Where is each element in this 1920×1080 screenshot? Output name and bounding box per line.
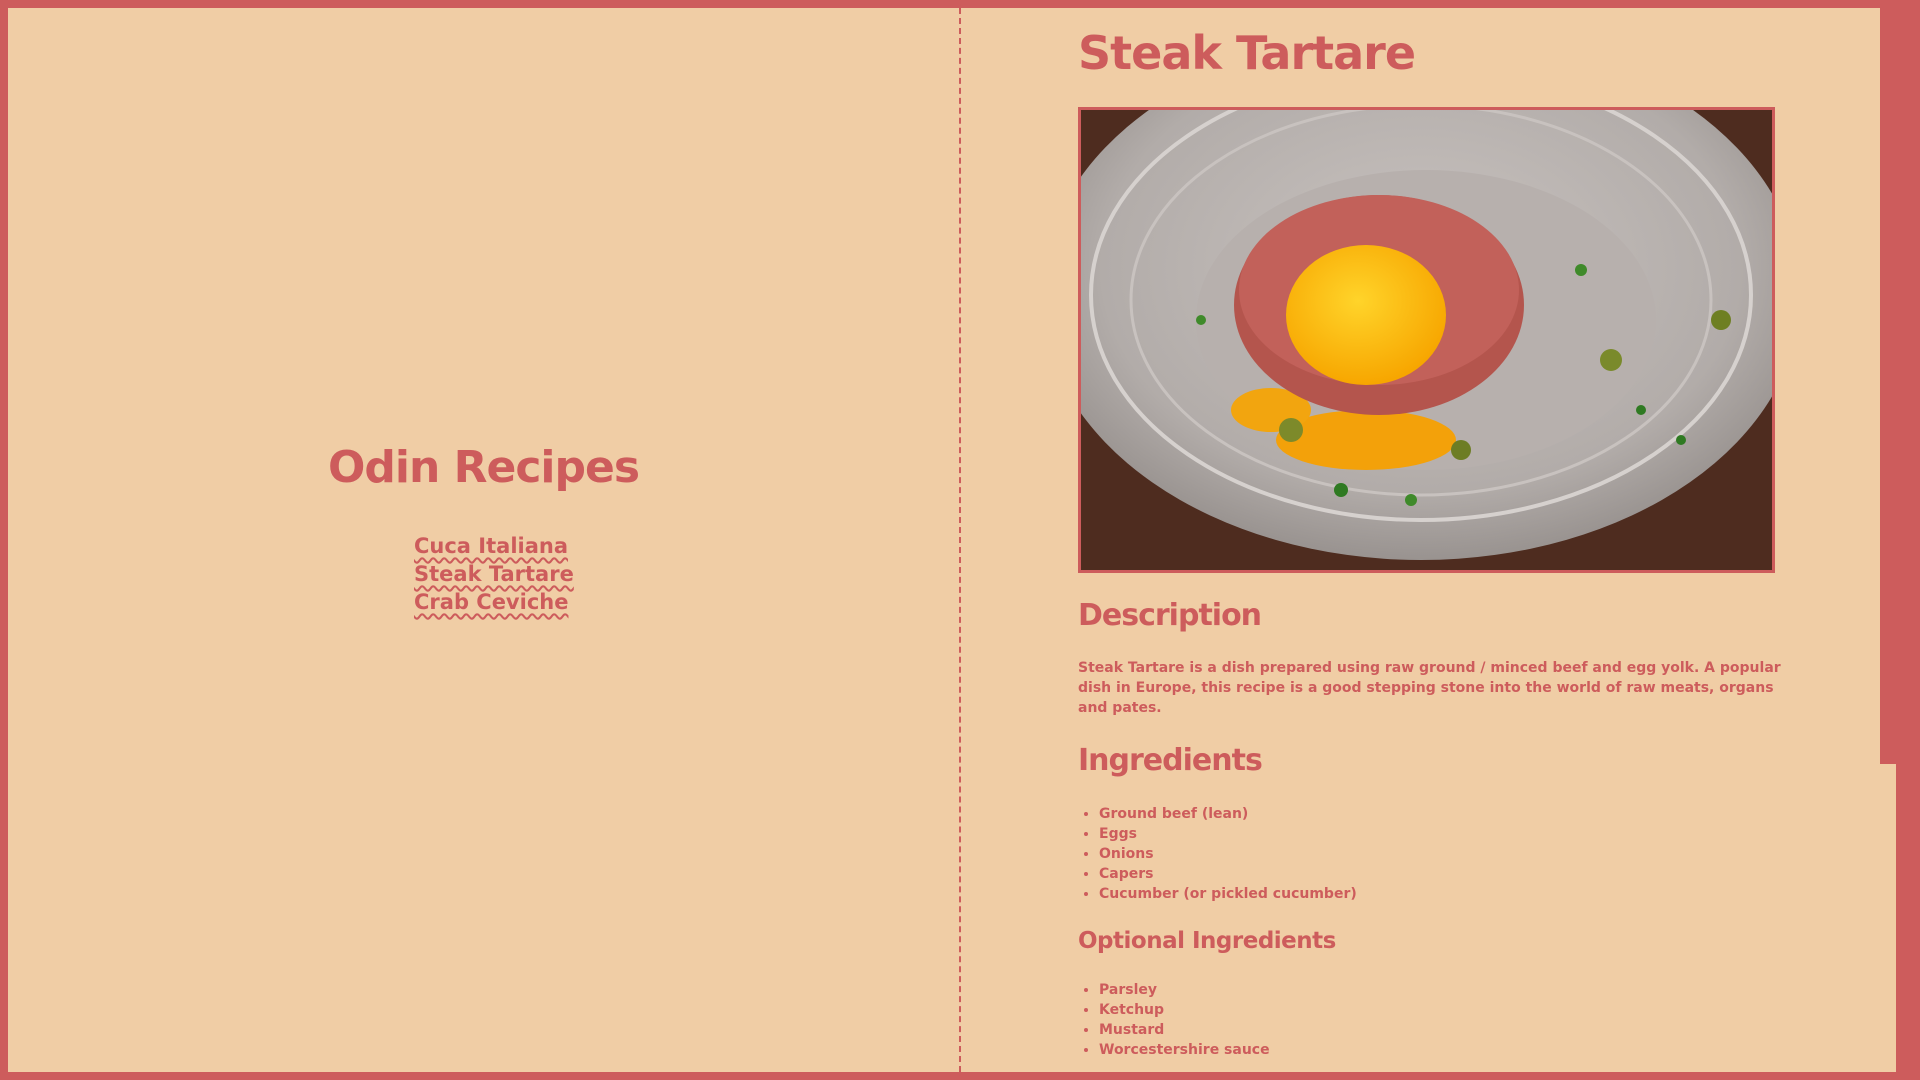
page-frame: Odin Recipes Cuca Italiana Steak Tartare… — [8, 8, 1896, 1072]
nav-item: Crab Ceviche — [414, 590, 574, 614]
site-title: Odin Recipes — [327, 442, 640, 493]
list-item: Onions — [1099, 844, 1798, 864]
ingredients-list: Ground beef (lean) Eggs Onions Capers Cu… — [1078, 804, 1798, 904]
nav-link-cuca-italiana[interactable]: Cuca Italiana — [414, 534, 568, 558]
optional-ingredients-list: Parsley Ketchup Mustard Worcestershire s… — [1078, 980, 1798, 1060]
right-border-strip — [1880, 8, 1896, 764]
list-item: Ketchup — [1099, 1000, 1798, 1020]
list-item: Worcestershire sauce — [1099, 1040, 1798, 1060]
recipe-title: Steak Tartare — [1078, 26, 1416, 80]
description-text: Steak Tartare is a dish prepared using r… — [1078, 660, 1781, 716]
description-heading: Description — [1078, 598, 1262, 633]
nav-link-crab-ceviche[interactable]: Crab Ceviche — [414, 590, 568, 614]
nav-item: Steak Tartare — [414, 562, 574, 586]
dish-photo-icon — [1081, 110, 1772, 570]
list-item: Ground beef (lean) — [1099, 804, 1798, 824]
nav-item: Cuca Italiana — [414, 534, 574, 558]
optional-ingredients-heading: Optional Ingredients — [1078, 928, 1336, 954]
list-item: Cucumber (or pickled cucumber) — [1099, 884, 1798, 904]
list-item: Parsley — [1099, 980, 1798, 1000]
dish-image — [1078, 107, 1775, 573]
page-divider — [959, 8, 961, 1072]
recipe-nav: Cuca Italiana Steak Tartare Crab Ceviche — [414, 534, 574, 618]
list-item: Eggs — [1099, 824, 1798, 844]
nav-link-steak-tartare[interactable]: Steak Tartare — [414, 562, 574, 586]
ingredients-heading: Ingredients — [1078, 743, 1263, 778]
sidebar: Odin Recipes Cuca Italiana Steak Tartare… — [8, 8, 959, 1072]
list-item: Capers — [1099, 864, 1798, 884]
list-item: Mustard — [1099, 1020, 1798, 1040]
recipe-content: Steak Tartare Description Steak Tartare … — [1078, 8, 1798, 1060]
